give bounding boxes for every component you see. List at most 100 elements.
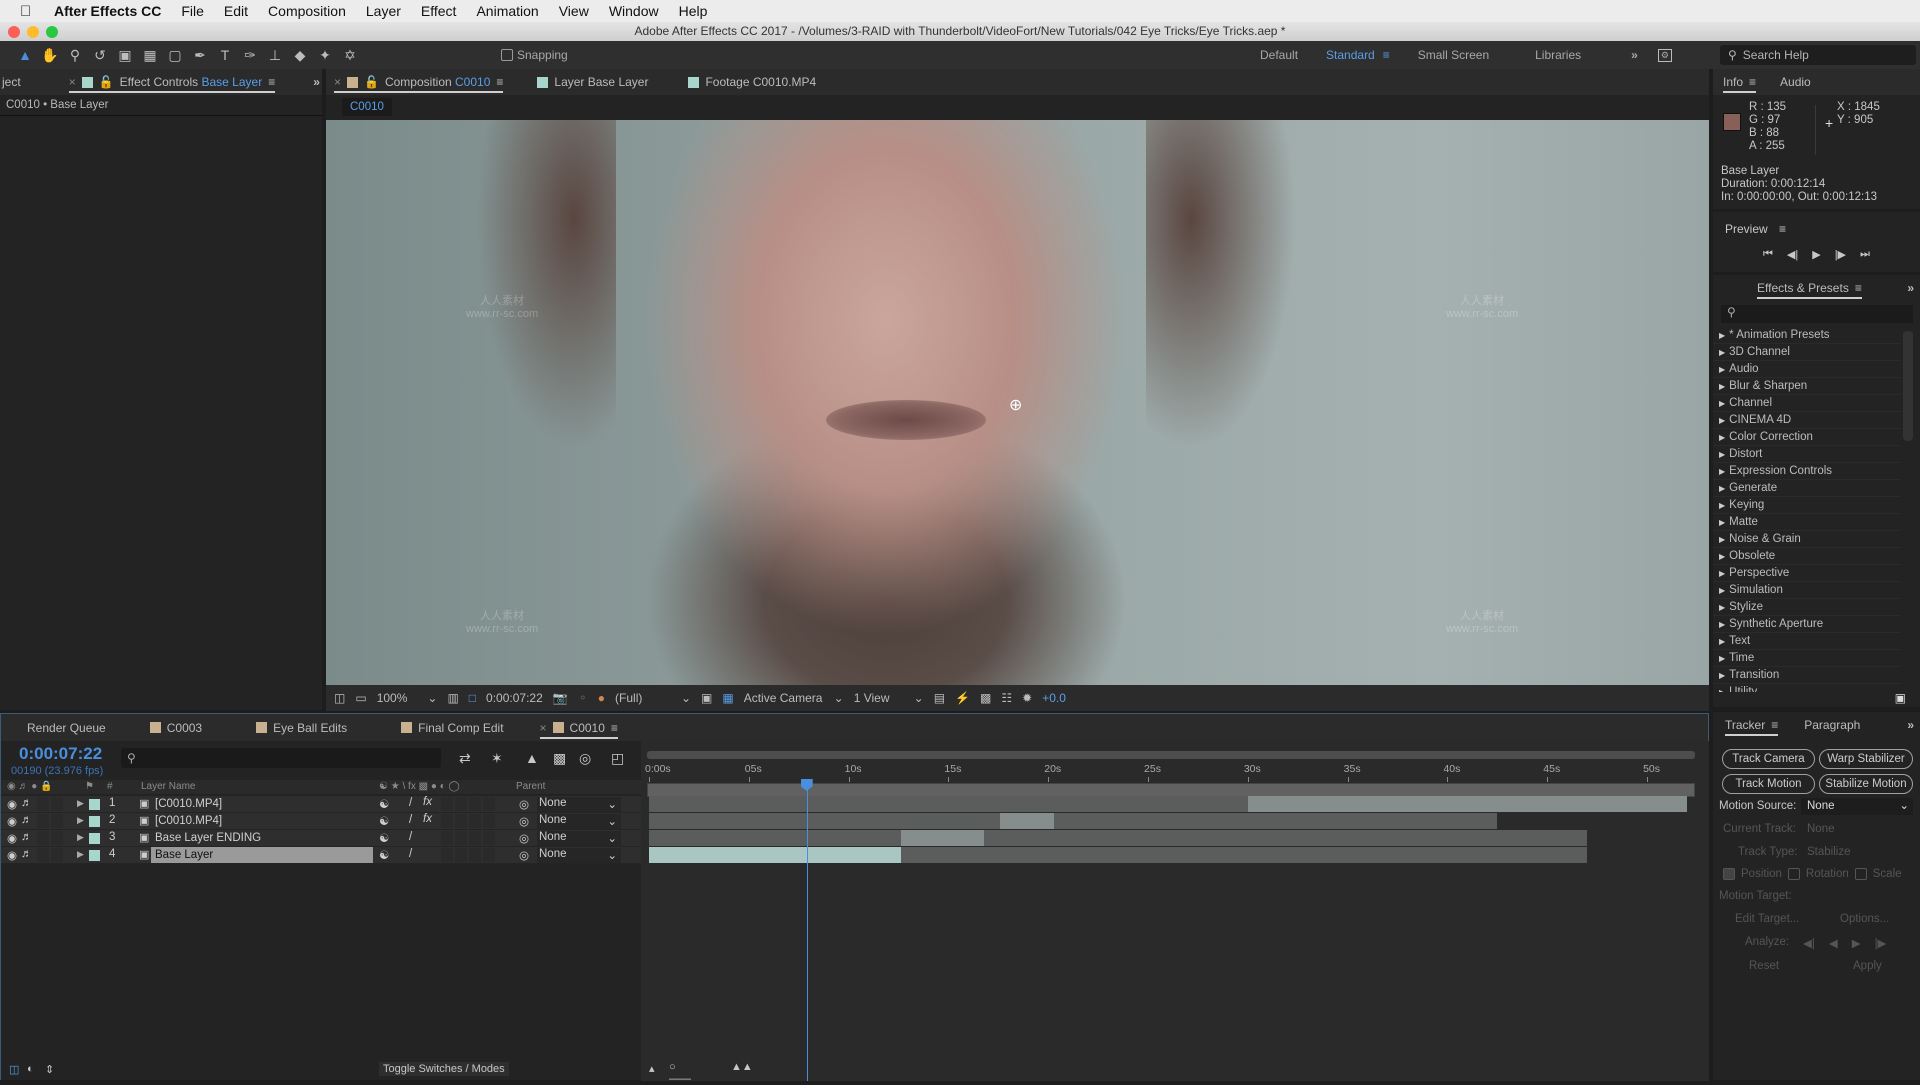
switch-box[interactable] bbox=[441, 814, 453, 828]
switch-box[interactable] bbox=[441, 848, 453, 862]
lock-icon[interactable]: 🔓 bbox=[99, 75, 114, 89]
layer-duration-bar[interactable] bbox=[649, 830, 1588, 846]
snapping-checkbox[interactable] bbox=[501, 49, 513, 61]
panel-menu-icon[interactable]: ≡ bbox=[611, 721, 618, 735]
expand-triangle-icon[interactable]: ▶ bbox=[1719, 654, 1725, 663]
lock-toggle[interactable] bbox=[51, 797, 63, 811]
workspace-menu-icon[interactable]: ≡ bbox=[1383, 48, 1390, 62]
effect-category-item[interactable]: ▶ Synthetic Aperture bbox=[1713, 616, 1901, 633]
switch-box[interactable] bbox=[455, 814, 467, 828]
layer-active-segment[interactable] bbox=[649, 847, 901, 863]
analyze-forward-icon[interactable]: ▶ bbox=[1852, 936, 1861, 950]
panel-menu-icon[interactable]: ≡ bbox=[496, 75, 503, 89]
fast-previews-icon[interactable]: ⚡ bbox=[955, 691, 970, 705]
layer-switches-pane-icon[interactable]: ◫ bbox=[9, 1063, 19, 1076]
resolution-dropdown[interactable]: (Full) ⌄ bbox=[615, 691, 691, 705]
tab-info[interactable]: Info ≡ bbox=[1723, 69, 1757, 95]
expand-triangle-icon[interactable]: ▶ bbox=[1719, 688, 1725, 693]
expand-layer-icon[interactable]: ▶ bbox=[77, 815, 84, 826]
pick-whip-icon[interactable]: ◎ bbox=[519, 797, 529, 811]
quality-switch-icon[interactable]: / bbox=[409, 814, 412, 826]
effect-category-item[interactable]: ▶ Audio bbox=[1713, 361, 1901, 378]
menu-animation[interactable]: Animation bbox=[476, 3, 538, 19]
roto-brush-tool-icon[interactable]: ✦ bbox=[314, 44, 336, 66]
menu-effect[interactable]: Effect bbox=[421, 3, 457, 19]
hand-tool-icon[interactable]: ✋ bbox=[39, 44, 61, 66]
pen-tool-icon[interactable]: ✒ bbox=[189, 44, 211, 66]
effect-category-item[interactable]: ▶ Generate bbox=[1713, 480, 1901, 497]
workspace-standard[interactable]: Standard bbox=[1326, 48, 1375, 62]
last-frame-icon[interactable]: ⏭ bbox=[1860, 248, 1870, 261]
apple-icon[interactable]:  bbox=[20, 3, 40, 20]
analyze-forward-one-icon[interactable]: |▶ bbox=[1875, 936, 1887, 950]
menu-composition[interactable]: Composition bbox=[268, 3, 346, 19]
tab-c0003[interactable]: C0003 bbox=[149, 715, 202, 741]
effect-category-item[interactable]: ▶ Stylize bbox=[1713, 599, 1901, 616]
time-navigator[interactable] bbox=[647, 751, 1695, 759]
monitor-icon[interactable]: ▭ bbox=[355, 691, 366, 705]
camera-dropdown[interactable]: Active Camera ⌄ bbox=[744, 691, 844, 705]
audio-icon[interactable]: ♬ bbox=[21, 797, 33, 809]
switch-box[interactable] bbox=[455, 831, 467, 845]
zoom-in-icon[interactable]: ▲▲ bbox=[731, 1061, 753, 1073]
tab-final-comp-edit[interactable]: Final Comp Edit bbox=[401, 715, 504, 741]
edit-target-button[interactable]: Edit Target... bbox=[1735, 913, 1799, 925]
effect-category-item[interactable]: ▶ 3D Channel bbox=[1713, 344, 1901, 361]
reset-exposure-icon[interactable]: ✹ bbox=[1022, 691, 1032, 705]
layer-active-segment[interactable] bbox=[900, 830, 985, 846]
panel-menu-icon[interactable]: ≡ bbox=[1779, 222, 1786, 236]
apply-button[interactable]: Apply bbox=[1853, 960, 1882, 972]
comp-navigator-tab[interactable]: C0010 bbox=[342, 98, 392, 116]
effect-category-item[interactable]: ▶ Transition bbox=[1713, 667, 1901, 684]
video-visibility-icon[interactable]: ◉ bbox=[7, 831, 17, 845]
effect-category-item[interactable]: ▶ Obsolete bbox=[1713, 548, 1901, 565]
tab-eye-ball-edits[interactable]: Eye Ball Edits bbox=[256, 715, 347, 741]
more-panels-icon[interactable]: » bbox=[313, 75, 320, 89]
layer-name[interactable]: Base Layer bbox=[151, 847, 373, 863]
switch-box[interactable] bbox=[469, 831, 481, 845]
composition-viewer[interactable]: ⊕ 人人素材 www.rr-sc.com 人人素材 www.rr-sc.com 人人… bbox=[326, 120, 1709, 685]
position-checkbox[interactable] bbox=[1723, 868, 1735, 880]
effect-category-item[interactable]: ▶ Blur & Sharpen bbox=[1713, 378, 1901, 395]
effect-category-item[interactable]: ▶ Text bbox=[1713, 633, 1901, 650]
audio-icon[interactable]: ♬ bbox=[21, 814, 33, 826]
switch-box[interactable] bbox=[483, 797, 495, 811]
more-panels-icon[interactable]: » bbox=[1907, 281, 1914, 295]
options-button[interactable]: Options... bbox=[1840, 913, 1889, 925]
pick-whip-icon[interactable]: ◎ bbox=[519, 831, 529, 845]
layer-duration-bar[interactable] bbox=[649, 813, 1498, 829]
reset-button[interactable]: Reset bbox=[1749, 960, 1779, 972]
channel-icon[interactable]: ● bbox=[598, 691, 605, 705]
layer-row[interactable]: ◉ ♬ ▶ 4 ▣ Base Layer ☯ / ◎ None ⌄ bbox=[1, 847, 641, 864]
effect-category-item[interactable]: ▶ Perspective bbox=[1713, 565, 1901, 582]
tab-c0010[interactable]: × C0010 ≡ bbox=[539, 715, 619, 741]
close-window-button[interactable] bbox=[8, 26, 20, 38]
expand-triangle-icon[interactable]: ▶ bbox=[1719, 620, 1725, 629]
expand-triangle-icon[interactable]: ▶ bbox=[1719, 450, 1725, 459]
rotation-checkbox[interactable] bbox=[1787, 868, 1800, 880]
layer-row[interactable]: ◉ ♬ ▶ 3 ▣ Base Layer ENDING ☯ / ◎ None ⌄ bbox=[1, 830, 641, 847]
parent-dropdown[interactable]: None ⌄ bbox=[537, 814, 621, 829]
tab-layer[interactable]: Layer Base Layer bbox=[537, 69, 648, 95]
menu-layer[interactable]: Layer bbox=[366, 3, 401, 19]
layer-active-segment[interactable] bbox=[1000, 813, 1055, 829]
expand-triangle-icon[interactable]: ▶ bbox=[1719, 603, 1725, 612]
effect-category-item[interactable]: ▶ Distort bbox=[1713, 446, 1901, 463]
show-snapshot-icon[interactable]: ⚬ bbox=[578, 691, 588, 705]
panel-menu-icon[interactable]: ≡ bbox=[1771, 718, 1778, 732]
panel-menu-icon[interactable]: ≡ bbox=[268, 75, 275, 89]
camera-tool-icon[interactable]: ▣ bbox=[114, 44, 136, 66]
effect-category-item[interactable]: ▶ Color Correction bbox=[1713, 429, 1901, 446]
expand-layer-icon[interactable]: ▶ bbox=[77, 832, 84, 843]
rectangle-tool-icon[interactable]: ▢ bbox=[164, 44, 186, 66]
always-preview-icon[interactable]: ◫ bbox=[334, 691, 345, 705]
track-motion-button[interactable]: Track Motion bbox=[1722, 774, 1815, 794]
label-color-swatch[interactable] bbox=[89, 850, 100, 861]
snapshot-camera-icon[interactable]: 📷 bbox=[553, 691, 568, 705]
shy-switch-icon[interactable]: ☯ bbox=[379, 831, 389, 845]
effects-switch-icon[interactable]: fx bbox=[423, 813, 432, 825]
expand-triangle-icon[interactable]: ▶ bbox=[1719, 365, 1725, 374]
expand-layer-icon[interactable]: ▶ bbox=[77, 798, 84, 809]
transparency-grid-icon[interactable]: ▦ bbox=[722, 691, 733, 705]
layer-name[interactable]: Base Layer ENDING bbox=[151, 830, 373, 846]
